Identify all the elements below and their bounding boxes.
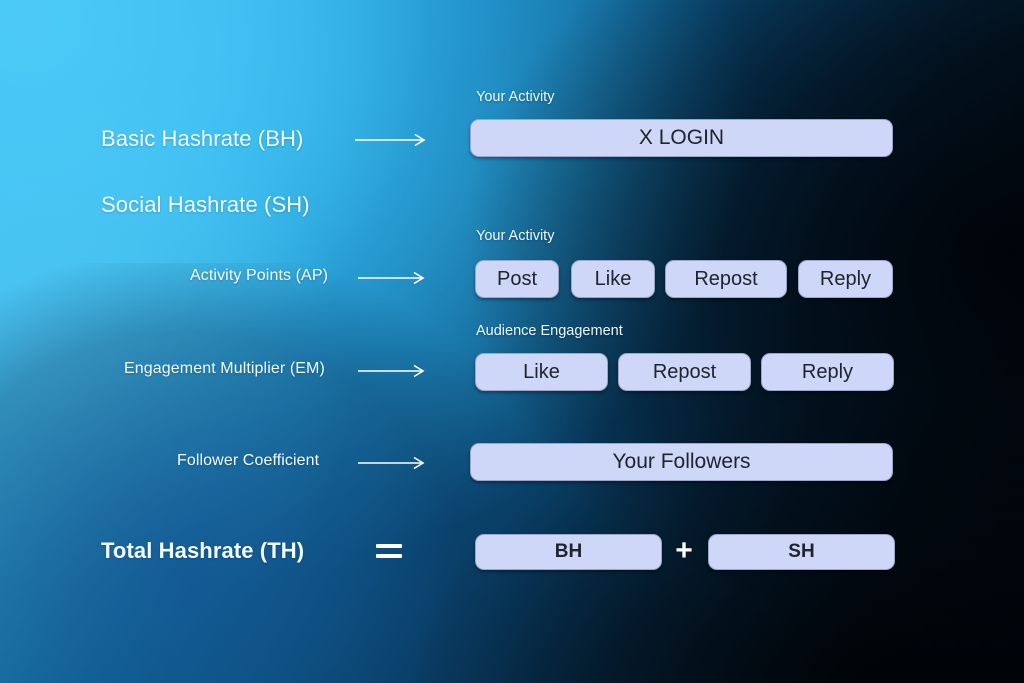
label-engagement-multiplier: Engagement Multiplier (EM) <box>124 360 325 377</box>
label-total-hashrate: Total Hashrate (TH) <box>101 538 305 563</box>
activity-like-button[interactable]: Like <box>571 260 655 298</box>
x-login-button[interactable]: X LOGIN <box>470 119 893 157</box>
arrow-right-icon <box>355 132 429 150</box>
engagement-reply-button[interactable]: Reply <box>761 353 894 391</box>
plus-sign-icon: + <box>675 534 693 567</box>
label-social-hashrate: Social Hashrate (SH) <box>101 192 310 217</box>
your-followers-button[interactable]: Your Followers <box>470 443 893 481</box>
total-bh-button[interactable]: BH <box>475 534 662 570</box>
equals-bar-top <box>376 544 402 548</box>
hashrate-formula-diagram: Basic Hashrate (BH) Social Hashrate (SH)… <box>0 0 1024 683</box>
equals-sign-icon <box>376 543 402 559</box>
arrow-right-icon <box>358 363 428 381</box>
activity-repost-button[interactable]: Repost <box>665 260 787 298</box>
total-sh-button[interactable]: SH <box>708 534 895 570</box>
arrow-right-icon <box>358 270 428 288</box>
caption-your-activity-login: Your Activity <box>476 89 555 105</box>
engagement-like-button[interactable]: Like <box>475 353 608 391</box>
label-follower-coefficient: Follower Coefficient <box>177 452 320 469</box>
arrow-right-icon <box>358 455 428 473</box>
activity-reply-button[interactable]: Reply <box>798 260 893 298</box>
activity-post-button[interactable]: Post <box>475 260 559 298</box>
equals-bar-bottom <box>376 554 402 558</box>
label-activity-points: Activity Points (AP) <box>190 267 329 284</box>
engagement-repost-button[interactable]: Repost <box>618 353 751 391</box>
caption-audience-engagement: Audience Engagement <box>476 323 623 339</box>
label-basic-hashrate: Basic Hashrate (BH) <box>101 126 304 151</box>
caption-your-activity-points: Your Activity <box>476 228 555 244</box>
